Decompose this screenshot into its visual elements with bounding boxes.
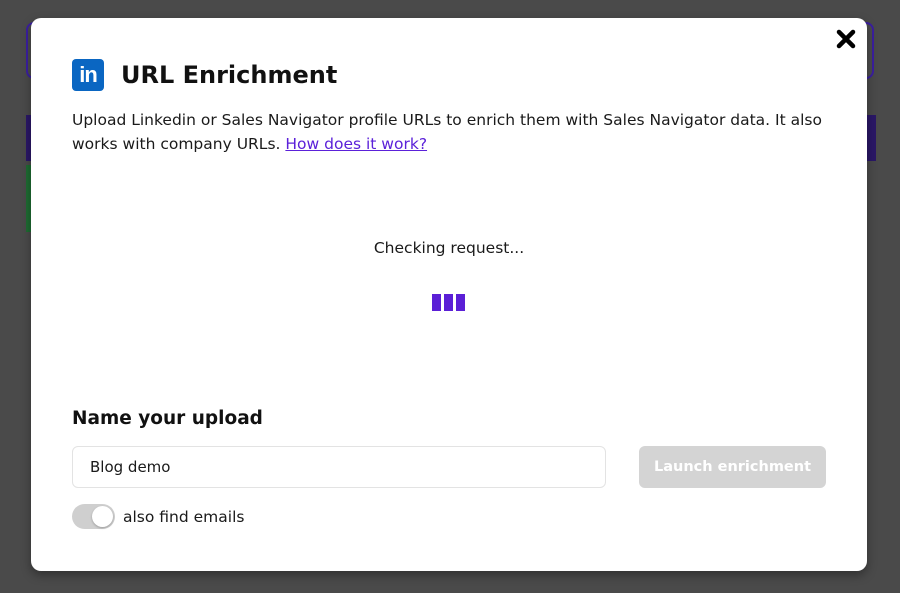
close-icon [836,29,856,49]
loader-bar [444,294,453,311]
modal-title: URL Enrichment [121,61,338,89]
linkedin-logo-icon: in [72,59,104,91]
launch-enrichment-button[interactable]: Launch enrichment [639,446,826,488]
how-does-it-work-link[interactable]: How does it work? [285,135,427,153]
loader-bar [432,294,441,311]
modal-header: in URL Enrichment [72,59,337,91]
status-message: Checking request... [373,239,525,257]
upload-name-label: Name your upload [72,408,263,429]
find-emails-toggle[interactable] [72,504,115,529]
close-button[interactable] [835,28,857,50]
toggle-knob [92,506,113,527]
find-emails-label: also find emails [123,507,245,526]
loader-bar [456,294,465,311]
find-emails-toggle-row: also find emails [72,504,244,529]
url-enrichment-modal: in URL Enrichment Upload Linkedin or Sal… [31,18,867,571]
description-text: Upload Linkedin or Sales Navigator profi… [72,111,822,153]
loading-bars-icon [432,294,465,311]
upload-name-input[interactable] [72,446,606,488]
modal-description: Upload Linkedin or Sales Navigator profi… [72,108,832,156]
